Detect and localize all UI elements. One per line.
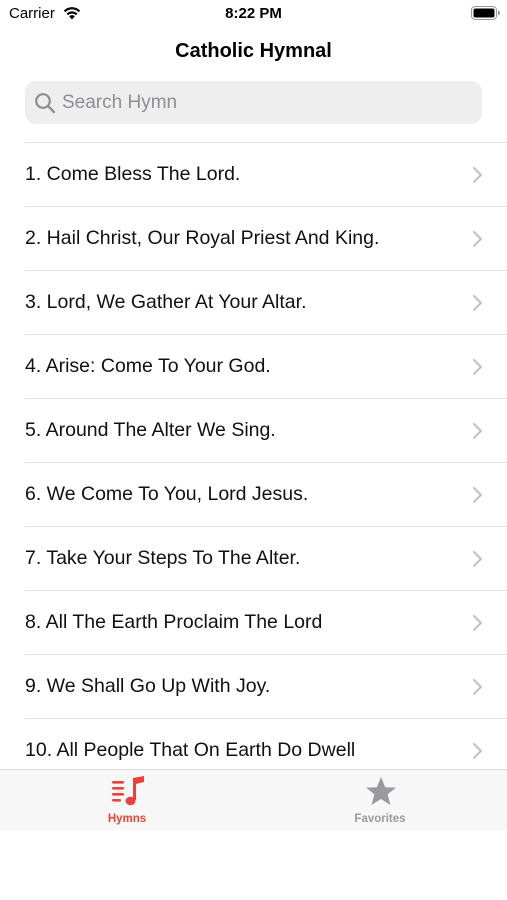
status-time: 8:22 PM — [225, 5, 282, 22]
star-icon — [366, 777, 396, 805]
page-title: Catholic Hymnal — [175, 40, 332, 62]
list-item[interactable]: 5. Around The Alter We Sing. — [25, 398, 507, 462]
chevron-right-icon — [472, 678, 483, 696]
tab-hymns-label: Hymns — [107, 813, 147, 825]
chevron-right-icon — [472, 358, 483, 376]
chevron-right-icon — [472, 230, 483, 248]
tab-favorites-label: Favorites — [354, 813, 406, 825]
list-item-label: 2. Hail Christ, Our Royal Priest And Kin… — [25, 227, 380, 249]
battery-icon — [471, 6, 500, 20]
list-item-label: 10. All People That On Earth Do Dwell — [25, 739, 356, 761]
list-item-label: 5. Around The Alter We Sing. — [25, 419, 276, 441]
music-note-list-icon — [112, 776, 144, 806]
list-item-label: 7. Take Your Steps To The Alter. — [25, 547, 301, 569]
list-item-label: 6. We Come To You, Lord Jesus. — [25, 483, 309, 505]
chevron-right-icon — [472, 422, 483, 440]
list-item[interactable]: 7. Take Your Steps To The Alter. — [25, 526, 507, 590]
chevron-right-icon — [472, 614, 483, 632]
list-item[interactable]: 2. Hail Christ, Our Royal Priest And Kin… — [25, 206, 507, 270]
list-item-label: 1. Come Bless The Lord. — [25, 163, 241, 185]
chevron-right-icon — [472, 486, 483, 504]
list-item-label: 8. All The Earth Proclaim The Lord — [25, 611, 323, 633]
search-icon — [35, 93, 56, 114]
list-item-label: 4. Arise: Come To Your God. — [25, 355, 271, 377]
tab-hymns[interactable]: Hymns — [67, 770, 187, 831]
search-input[interactable] — [62, 81, 472, 124]
hymn-list: 1. Come Bless The Lord. 2. Hail Christ, … — [0, 142, 507, 769]
list-item-label: 3. Lord, We Gather At Your Altar. — [25, 291, 307, 313]
app-screen: Carrier 8:22 PM Catholic Hymnal 1. Come … — [0, 0, 507, 900]
chevron-right-icon — [472, 166, 483, 184]
list-item[interactable]: 9. We Shall Go Up With Joy. — [25, 654, 507, 718]
status-bar: Carrier 8:22 PM — [0, 0, 507, 28]
list-item-label: 9. We Shall Go Up With Joy. — [25, 675, 271, 697]
chevron-right-icon — [472, 742, 483, 760]
chevron-right-icon — [472, 294, 483, 312]
list-item[interactable]: 8. All The Earth Proclaim The Lord — [25, 590, 507, 654]
tab-favorites[interactable]: Favorites — [320, 770, 440, 831]
list-item[interactable]: 1. Come Bless The Lord. — [25, 142, 507, 206]
list-item[interactable]: 4. Arise: Come To Your God. — [25, 334, 507, 398]
list-item[interactable]: 3. Lord, We Gather At Your Altar. — [25, 270, 507, 334]
chevron-right-icon — [472, 550, 483, 568]
list-item[interactable]: 6. We Come To You, Lord Jesus. — [25, 462, 507, 526]
list-item[interactable]: 10. All People That On Earth Do Dwell — [25, 718, 507, 769]
tab-bar: Hymns Favorites — [0, 769, 507, 830]
search-bar[interactable] — [25, 81, 482, 124]
